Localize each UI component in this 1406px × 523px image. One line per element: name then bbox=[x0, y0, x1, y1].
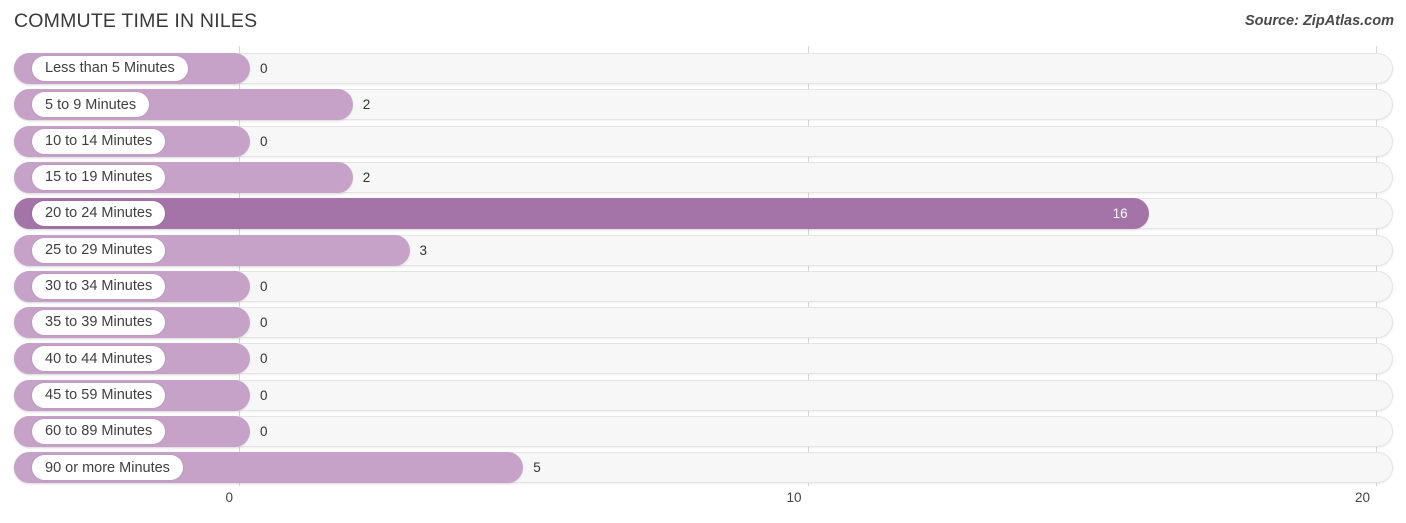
bar-row[interactable]: 20 to 24 Minutes 16 bbox=[0, 198, 1406, 230]
bar-category-text: 40 to 44 Minutes bbox=[45, 350, 153, 367]
bar-value-label: 2 bbox=[362, 169, 371, 185]
bar-value-label: 2 bbox=[362, 97, 371, 113]
bar-category-label: 45 to 59 Minutes bbox=[32, 382, 166, 408]
bar-row[interactable]: 60 to 89 Minutes 0 bbox=[0, 416, 1406, 447]
bar-value-label: 0 bbox=[260, 315, 268, 331]
bar-row[interactable]: 10 to 14 Minutes 0 bbox=[0, 125, 1406, 157]
bar-row[interactable]: 15 to 19 Minutes 2 bbox=[0, 161, 1406, 193]
bar-value-label: 0 bbox=[260, 278, 268, 294]
bar-category-label: 15 to 19 Minutes bbox=[32, 164, 166, 190]
x-tick-label: 0 bbox=[225, 490, 233, 505]
bar-row[interactable]: 30 to 34 Minutes 0 bbox=[0, 270, 1406, 302]
bar-category-label: 5 to 9 Minutes bbox=[32, 92, 150, 118]
bar-category-text: Less than 5 Minutes bbox=[45, 60, 175, 77]
bar-value-label: 0 bbox=[260, 387, 268, 403]
bar-value-label: 3 bbox=[419, 242, 428, 258]
x-tick-label: 20 bbox=[1354, 490, 1370, 505]
bar-category-text: 10 to 14 Minutes bbox=[45, 132, 153, 149]
bar-value-label: 0 bbox=[260, 61, 268, 76]
bar-row[interactable]: 90 or more Minutes 5 bbox=[0, 452, 1406, 484]
bar-category-label: 25 to 29 Minutes bbox=[32, 237, 166, 263]
bar-value-label: 16 bbox=[1112, 206, 1128, 222]
bar-category-label: 30 to 34 Minutes bbox=[32, 273, 166, 299]
bar-category-label: 35 to 39 Minutes bbox=[32, 310, 166, 336]
bar-row[interactable]: Less than 5 Minutes 0 bbox=[0, 53, 1406, 84]
bar-fill[interactable] bbox=[14, 198, 1149, 230]
bar-row[interactable]: 5 to 9 Minutes 2 bbox=[0, 89, 1406, 121]
bar-category-label: 10 to 14 Minutes bbox=[32, 128, 166, 154]
bar-category-label: Less than 5 Minutes bbox=[32, 56, 188, 81]
bar-category-label: 90 or more Minutes bbox=[32, 455, 183, 481]
bar-category-label: 60 to 89 Minutes bbox=[32, 419, 166, 444]
bar-category-label: 20 to 24 Minutes bbox=[32, 201, 166, 227]
bar-category-text: 35 to 39 Minutes bbox=[45, 314, 153, 331]
chart-plot-area: Less than 5 Minutes 0 5 to 9 Minutes 2 10 to… bbox=[0, 46, 1406, 486]
bar-row[interactable]: 25 to 29 Minutes 3 bbox=[0, 234, 1406, 266]
x-tick-label: 10 bbox=[786, 490, 802, 505]
bar-row[interactable]: 35 to 39 Minutes 0 bbox=[0, 307, 1406, 339]
source-label: Source: ZipAtlas.com bbox=[1244, 13, 1394, 29]
bar-category-text: 20 to 24 Minutes bbox=[45, 205, 153, 222]
bar-category-text: 60 to 89 Minutes bbox=[45, 423, 153, 440]
bar-value-label: 0 bbox=[260, 351, 268, 367]
bar-category-text: 5 to 9 Minutes bbox=[45, 96, 137, 113]
bar-row[interactable]: 40 to 44 Minutes 0 bbox=[0, 343, 1406, 375]
bar-category-text: 45 to 59 Minutes bbox=[45, 386, 153, 403]
bar-category-text: 30 to 34 Minutes bbox=[45, 278, 153, 295]
chart-header: COMMUTE TIME IN NILES Source: ZipAtlas.c… bbox=[0, 0, 1406, 44]
bar-value-label: 5 bbox=[533, 460, 541, 476]
bar-category-text: 25 to 29 Minutes bbox=[45, 241, 153, 258]
bar-row[interactable]: 45 to 59 Minutes 0 bbox=[0, 379, 1406, 411]
bar-category-label: 40 to 44 Minutes bbox=[32, 346, 166, 372]
x-axis: 0 10 20 bbox=[0, 486, 1406, 523]
bar-category-text: 15 to 19 Minutes bbox=[45, 169, 153, 186]
bar-category-text: 90 or more Minutes bbox=[45, 459, 170, 476]
bar-value-label: 0 bbox=[260, 424, 268, 439]
bar-value-label: 0 bbox=[260, 133, 268, 149]
page-title: COMMUTE TIME IN NILES bbox=[14, 10, 258, 32]
